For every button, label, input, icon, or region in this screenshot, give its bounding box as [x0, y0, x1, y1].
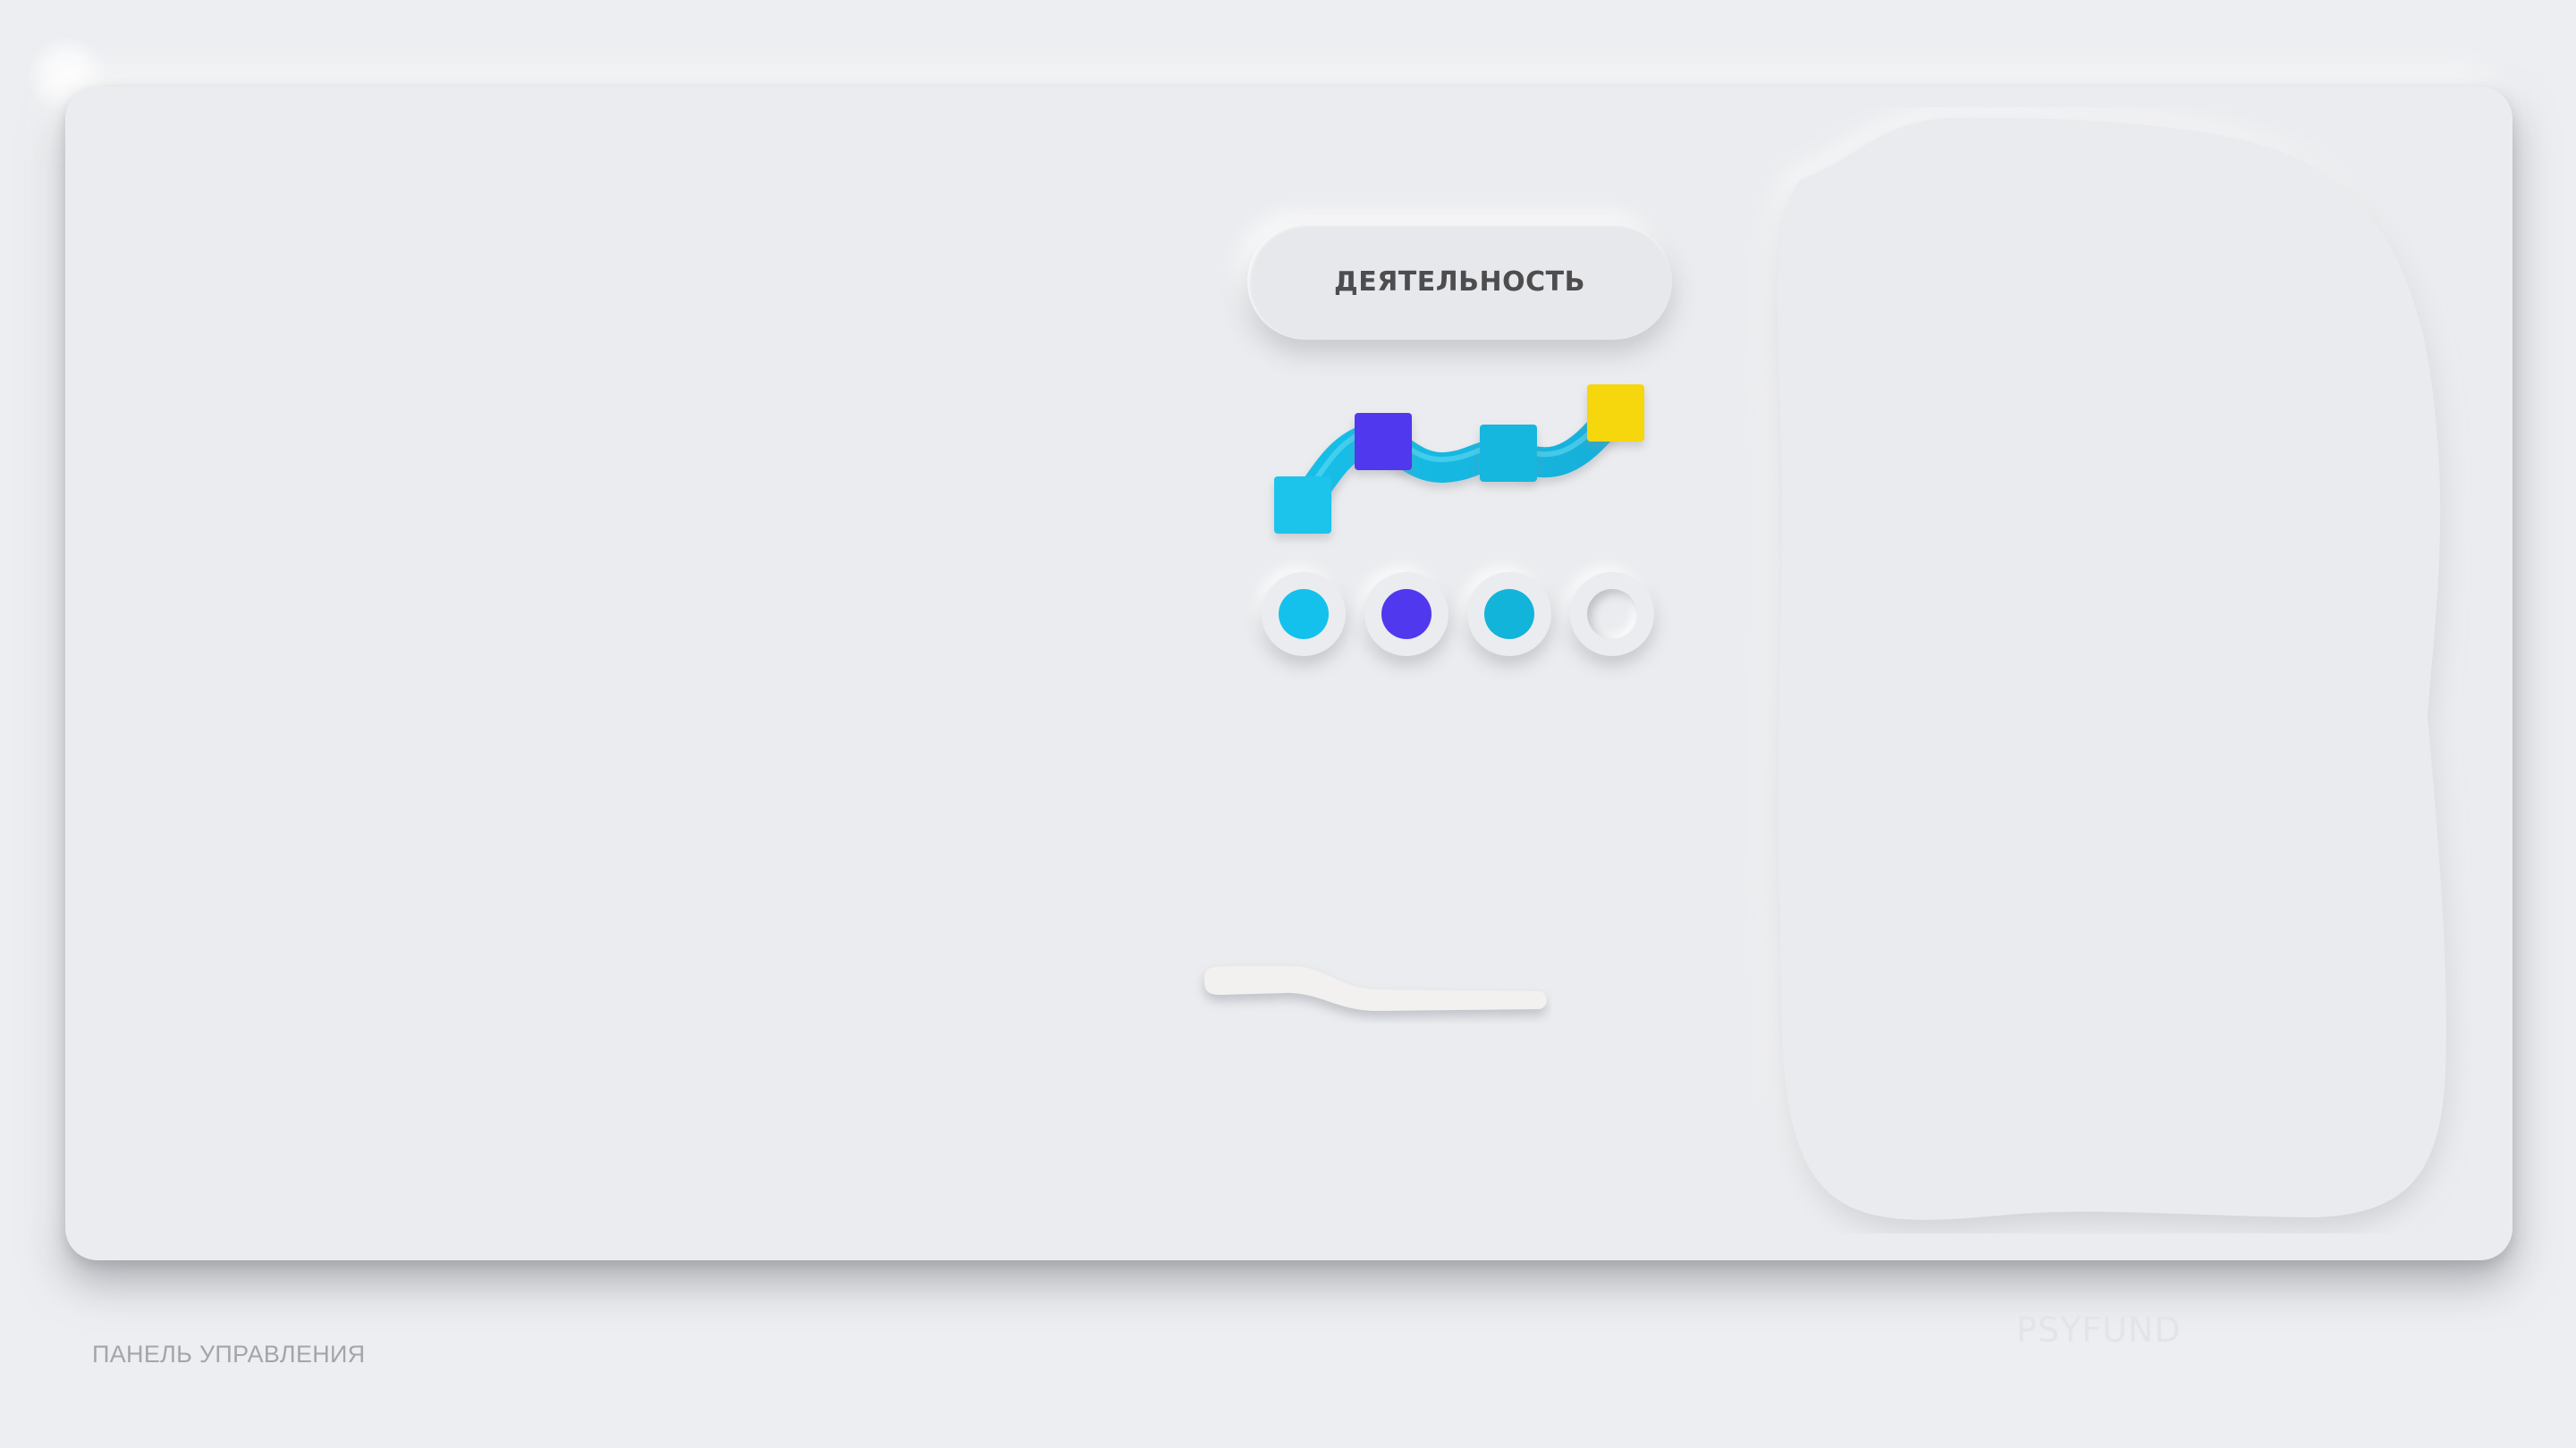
- wave-slider-track[interactable]: [1194, 961, 1551, 1023]
- footer-section-label: ПАНЕЛЬ УПРАВЛЕНИЯ: [92, 1341, 366, 1368]
- step-indicator-empty: [1587, 589, 1637, 639]
- step-indicator-1[interactable]: [1262, 572, 1346, 656]
- step-indicator-3[interactable]: [1467, 572, 1551, 656]
- activity-button[interactable]: ДЕЯТЕЛЬНОСТЬ: [1247, 223, 1672, 340]
- step-indicator-2[interactable]: [1364, 572, 1448, 656]
- path-step-1: [1274, 476, 1331, 534]
- step-indicator-fill: [1381, 589, 1432, 639]
- step-indicator-4[interactable]: [1570, 572, 1654, 656]
- brand-watermark: PSYFUND: [2016, 1310, 2182, 1350]
- step-indicator-fill: [1484, 589, 1534, 639]
- path-step-2: [1355, 413, 1412, 470]
- activity-button-label: ДЕЯТЕЛЬНОСТЬ: [1333, 265, 1585, 298]
- activity-path-icon: [1274, 384, 1644, 534]
- content-card: [1778, 117, 2446, 1220]
- path-step-3: [1480, 425, 1537, 482]
- path-step-4: [1587, 384, 1644, 442]
- step-indicator-fill: [1279, 589, 1329, 639]
